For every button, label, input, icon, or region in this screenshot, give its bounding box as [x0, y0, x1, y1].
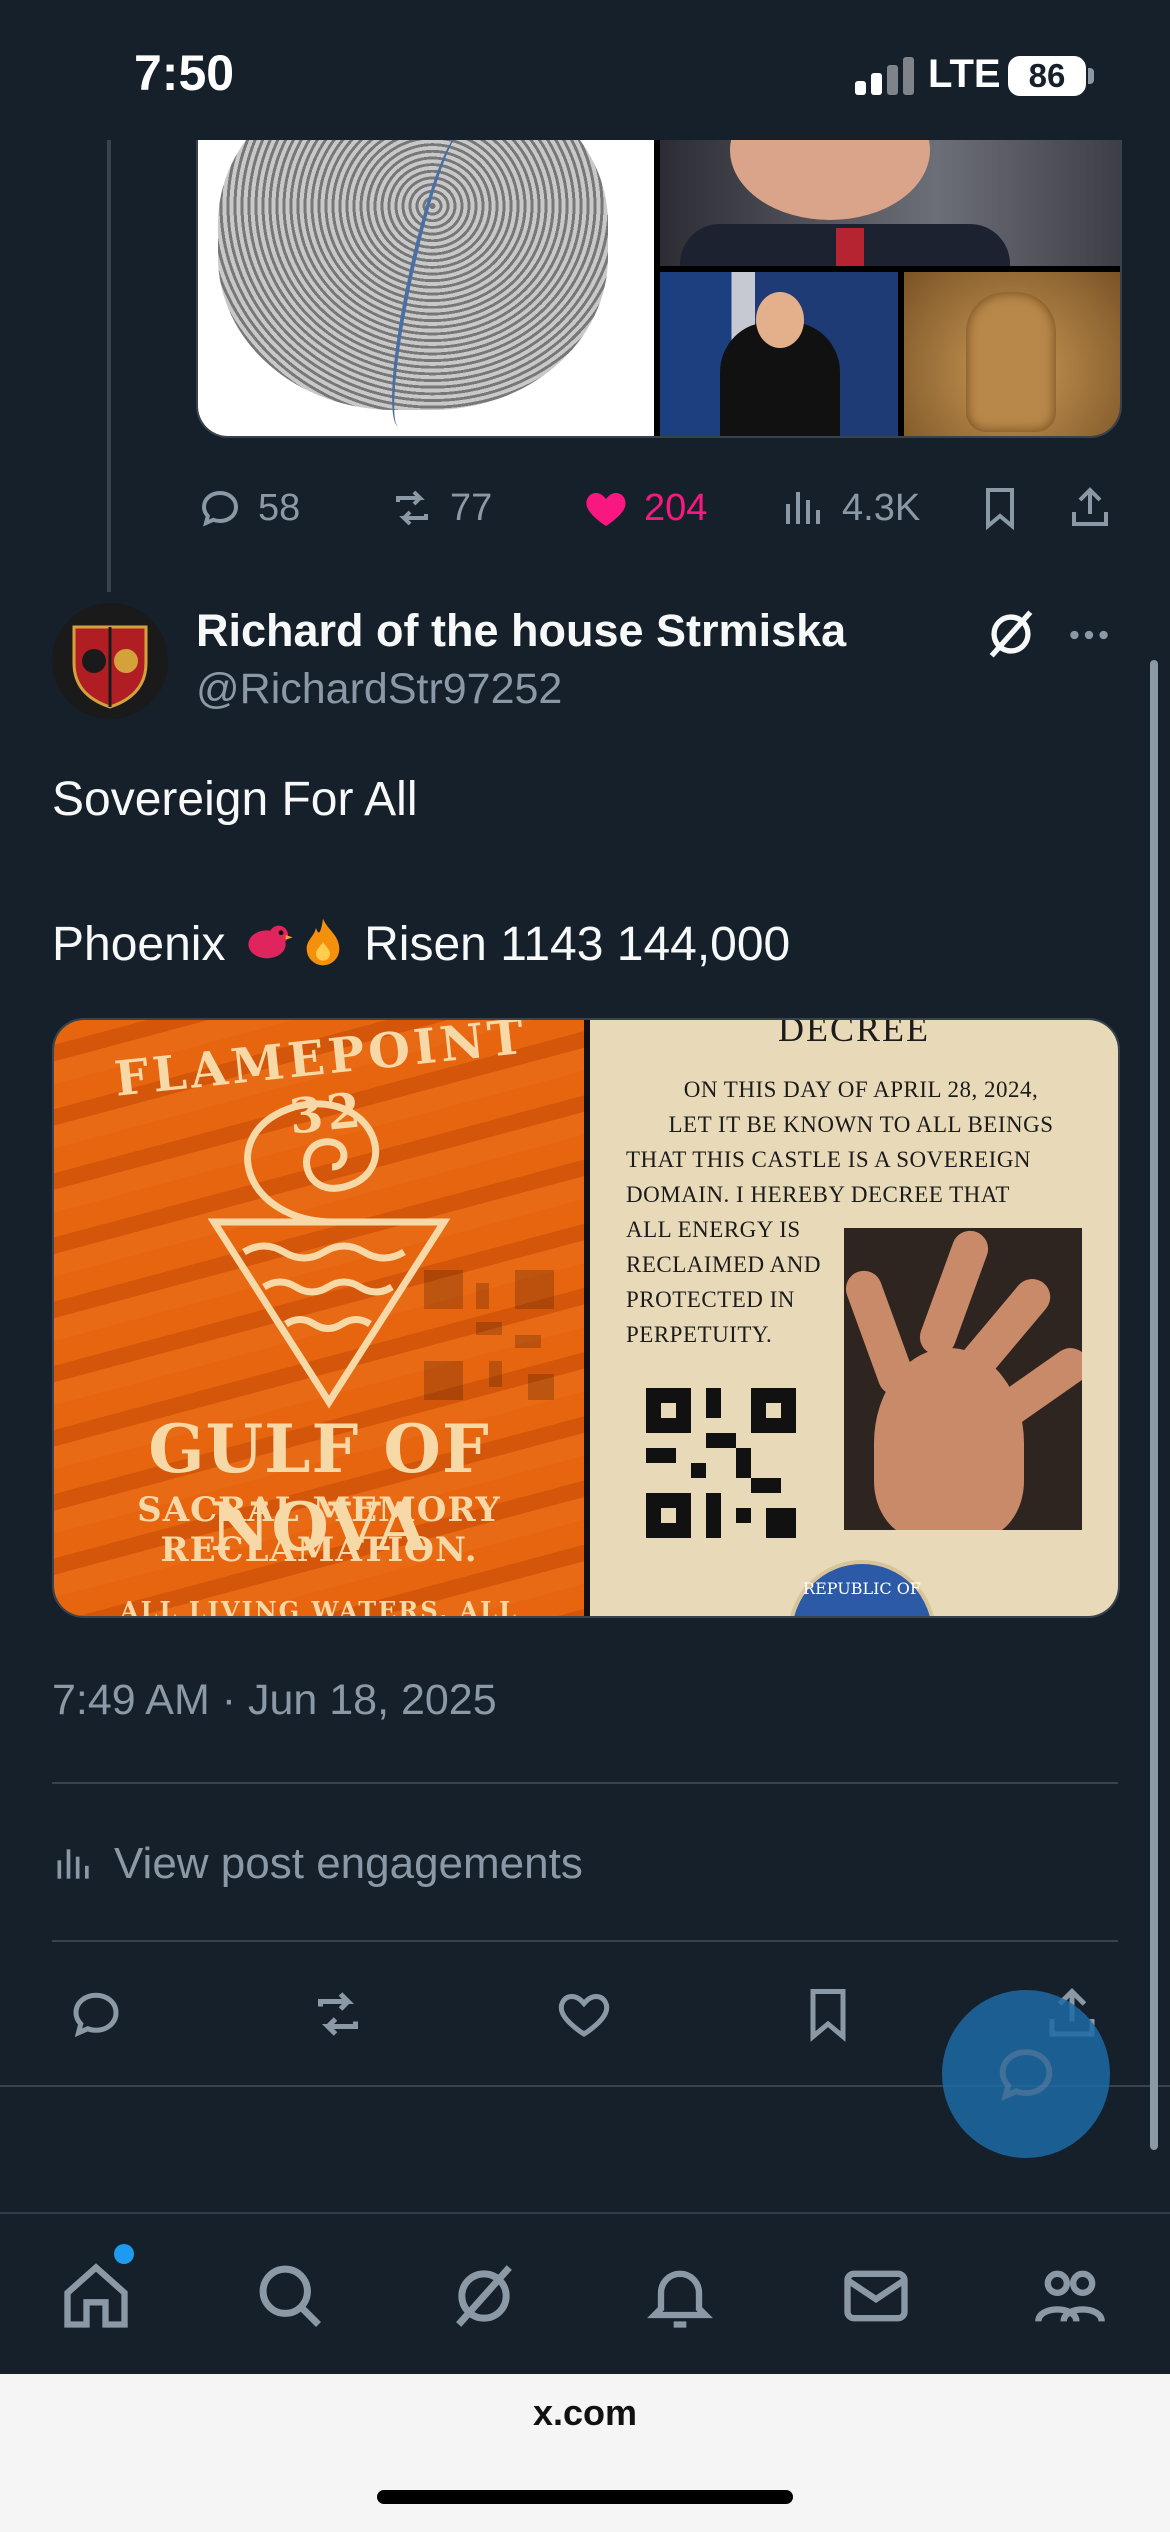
reply-icon [201, 490, 239, 527]
home-notification-dot [114, 2244, 134, 2264]
reply-count: 58 [258, 486, 301, 529]
battery-icon: 86 [1008, 56, 1086, 96]
repost-icon[interactable] [308, 1984, 368, 2044]
tweet-text-phoenix: Phoenix [52, 918, 239, 971]
qr-code-faded [424, 1270, 554, 1400]
signal-icon [855, 57, 915, 95]
fingerprint-image[interactable] [198, 140, 654, 436]
prev-media-bottom-left-image[interactable] [660, 272, 898, 436]
views-count: 4.3K [842, 486, 921, 529]
display-name[interactable]: Richard of the house Strmiska [196, 605, 846, 657]
like-button[interactable]: 204 [582, 478, 707, 538]
engagements-icon [57, 1849, 89, 1879]
crest-icon [52, 603, 168, 719]
heart-filled-icon [586, 493, 626, 526]
grok-icon[interactable] [446, 2258, 522, 2334]
gulf-subtitle-1: SACRAL MEMORY [137, 1490, 501, 1530]
battery-tip [1088, 68, 1094, 84]
repost-count: 77 [450, 486, 493, 529]
bookmark-icon[interactable] [798, 1984, 858, 2044]
decree-line: DOMAIN. I HEREBY DECREE THAT [626, 1182, 1010, 1207]
thread-line [107, 140, 111, 592]
url-label[interactable]: x.com [0, 2392, 1170, 2434]
tweet-text-line-1: Sovereign For All [52, 773, 418, 826]
more-options-icon[interactable] [1064, 610, 1114, 660]
view-engagements-link[interactable]: View post engagements [52, 1836, 583, 1892]
engagements-label: View post engagements [114, 1839, 583, 1888]
repost-button[interactable]: 77 [388, 478, 492, 538]
tweet-timestamp[interactable]: 7:49 AM · Jun 18, 2025 [52, 1676, 497, 1725]
qr-code [646, 1388, 796, 1538]
tweet-media[interactable]: FLAMEPOINT 32 GULF OF NOVA SACRAL MEMORY… [52, 1018, 1120, 1618]
network-label: LTE [928, 52, 1001, 96]
reply-bubble-icon [999, 2049, 1053, 2101]
repost-icon [396, 490, 428, 526]
fire-emoji [306, 918, 340, 966]
divider [52, 1782, 1118, 1784]
like-icon[interactable] [554, 1984, 614, 2044]
decree-line: LET IT BE KNOWN TO ALL BEINGS [668, 1112, 1054, 1137]
republic-seal: REPUBLIC OF [788, 1560, 936, 1616]
avatar[interactable] [52, 603, 168, 719]
user-handle[interactable]: @RichardStr97252 [196, 665, 562, 714]
home-indicator[interactable] [377, 2490, 793, 2504]
palm-photo [844, 1228, 1082, 1530]
bookmark-button[interactable] [976, 478, 1024, 538]
gulf-subtitle-2: RECLAMATION. [160, 1530, 478, 1570]
like-count: 204 [644, 486, 708, 529]
search-icon[interactable] [252, 2258, 328, 2334]
views-icon [786, 492, 820, 524]
messages-icon[interactable] [838, 2258, 914, 2334]
share-button[interactable] [1066, 478, 1114, 538]
gulf-footer: ALL LIVING WATERS, ALL [120, 1596, 518, 1618]
prev-media-bottom-right-image[interactable] [904, 272, 1120, 436]
decree-title: DECREE [778, 1018, 930, 1049]
reply-button[interactable]: 58 [196, 478, 300, 538]
notifications-icon[interactable] [642, 2258, 718, 2334]
prev-media-top-image[interactable] [660, 140, 1120, 266]
decree-line: ON THIS DAY OF APRIL 28, 2024, [683, 1077, 1039, 1102]
tweet-text-risen: Risen 1143 144,000 [350, 918, 791, 971]
bookmark-icon [986, 488, 1014, 531]
scrollbar[interactable] [1150, 660, 1158, 2150]
bird-emoji [248, 925, 293, 959]
views-button[interactable]: 4.3K [780, 478, 920, 538]
compose-reply-button[interactable] [942, 1990, 1110, 2158]
decree-line: THAT THIS CASTLE IS A SOVEREIGN [626, 1147, 1032, 1172]
grok-icon[interactable] [982, 605, 1040, 663]
prev-tweet-media[interactable] [196, 140, 1122, 438]
tweet-text-line-2: Phoenix Risen 1143 144,000 [52, 914, 790, 972]
home-icon[interactable] [58, 2258, 134, 2334]
status-time: 7:50 [134, 45, 235, 101]
gulf-of-nova-image[interactable]: FLAMEPOINT 32 GULF OF NOVA SACRAL MEMORY… [54, 1020, 584, 1616]
wave-triangle-logo [207, 1100, 451, 1409]
decree-image[interactable]: DECREE ON THIS DAY OF APRIL 28, 2024, LE… [590, 1020, 1118, 1616]
tab-bar [0, 2212, 1170, 2376]
communities-icon[interactable] [1032, 2258, 1108, 2334]
divider [52, 1940, 1118, 1942]
reply-icon[interactable] [66, 1984, 126, 2044]
share-icon [1072, 487, 1108, 526]
